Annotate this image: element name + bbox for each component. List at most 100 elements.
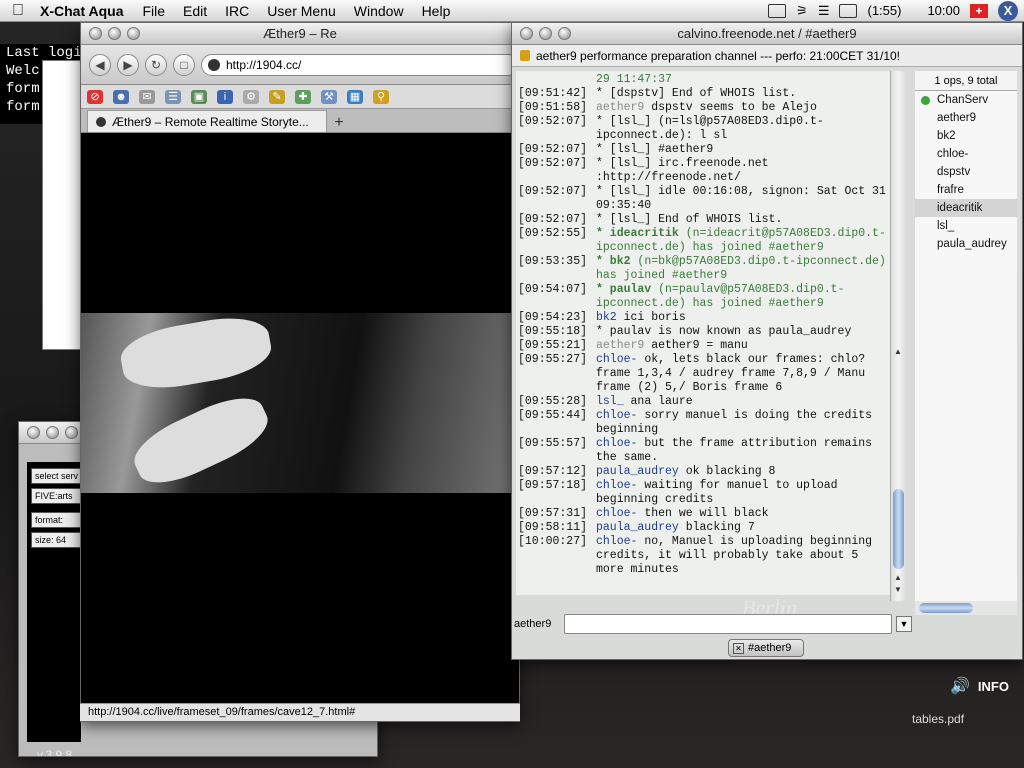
home-icon[interactable]: □ [173,53,195,76]
chat-nick[interactable]: * [lsl_] [596,185,651,198]
battery-icon[interactable] [839,3,858,18]
pen-icon[interactable]: ✎ [269,89,285,104]
spotlight-icon[interactable]: X [998,0,1018,21]
key-icon[interactable]: ⚲ [373,89,389,104]
chat-nick[interactable]: chloe- [596,479,637,492]
menu-irc[interactable]: IRC [216,3,258,19]
form-icon[interactable]: ☰ [165,89,181,104]
clock[interactable]: 10:00 [911,3,960,18]
userlist-scrollbar[interactable] [915,601,1017,615]
channel-tab[interactable]: ✕ #aether9 [728,639,804,657]
info-label[interactable]: INFO [978,679,1009,694]
chat-nick[interactable]: * paulav [596,283,651,296]
scroll-thumb[interactable] [919,603,973,613]
message-input[interactable] [564,614,892,634]
chat-nick[interactable]: * [lsl_] [596,157,651,170]
chat-nick[interactable]: * [lsl_] [596,213,651,226]
desktop-file-label[interactable]: tables.pdf [912,712,964,726]
user-list-item[interactable]: dspstv [915,163,1017,181]
app-menu[interactable]: X-Chat Aqua [36,3,133,19]
xchat-titlebar[interactable]: calvino.freenode.net / #aether9 [512,23,1022,45]
url-field[interactable]: http://1904.cc/ [201,53,519,76]
display-icon[interactable] [768,3,787,18]
scroll-up-icon[interactable]: ▲ [894,347,902,356]
chat-scrollbar[interactable]: ▲ ▲ ▼ [890,71,906,601]
new-tab-button[interactable]: + [327,114,351,132]
chat-nick[interactable]: * [dspstv] [596,87,665,100]
chat-nick[interactable]: chloe- [596,535,637,548]
chevron-down-icon[interactable]: ▼ [896,616,912,632]
back-icon[interactable]: ◀ [89,53,111,76]
user-list-item[interactable]: bk2 [915,127,1017,145]
user-list-item[interactable]: lsl_ [915,217,1017,235]
tab-aether9[interactable]: Æther9 – Remote Realtime Storyte... [87,110,327,132]
chat-nick[interactable]: lsl_ [596,395,624,408]
user-list-item[interactable]: paula_audrey [915,235,1017,253]
size-field[interactable]: size: 64 [31,532,83,548]
scroll-down-icon[interactable]: ▼ [894,585,902,594]
menu-help[interactable]: Help [413,3,460,19]
close-icon[interactable]: ✕ [733,642,744,654]
chat-nick[interactable]: chloe- [596,409,637,422]
menu-window[interactable]: Window [345,3,413,19]
chat-nick[interactable]: * bk2 [596,255,631,268]
chat-nick[interactable]: bk2 [596,311,617,324]
chat-nick[interactable]: paula_audrey [596,521,679,534]
user-list-item[interactable]: aether9 [915,109,1017,127]
chat-nick[interactable]: aether9 [596,339,644,352]
minimize-button[interactable] [539,27,552,40]
topic-bar[interactable]: aether9 performance preparation channel … [512,45,1022,67]
tools-icon[interactable]: ⚒ [321,89,337,104]
info-icon[interactable]: i [217,89,233,104]
user-list-item[interactable]: ChanServ [915,91,1017,109]
chat-nick[interactable]: * [lsl_] [596,115,651,128]
misc-icon[interactable]: ⚙ [243,89,259,104]
chat-nick[interactable]: chloe- [596,353,637,366]
input-flag-icon[interactable]: + [970,3,988,18]
server-name-field[interactable]: FIVE:arts [31,488,83,504]
bluetooth-icon[interactable]: ⚞ [796,3,808,19]
wifi-icon[interactable]: ☰ [818,3,830,19]
options-icon[interactable]: ▦ [347,89,363,104]
apple-icon[interactable]:  [0,2,36,20]
scroll-thumb[interactable] [893,489,904,569]
speaker-icon[interactable]: 🔊 [950,676,970,696]
user-list[interactable]: ChanServ aether9 bk2 chloe-dspstv frafre idea… [915,91,1017,601]
chat-nick[interactable]: * [lsl_] [596,143,651,156]
minimize-button[interactable] [46,426,59,439]
chat-nick[interactable]: chloe- [596,507,637,520]
format-field[interactable]: format: [31,512,83,528]
resize-icon[interactable]: ✚ [295,89,311,104]
user-list-item[interactable]: ideacritik [915,199,1017,217]
chat-nick[interactable]: * [596,325,603,338]
input-nick[interactable]: aether9 [514,618,560,630]
user-list-item[interactable]: chloe- [915,145,1017,163]
reload-icon[interactable]: ↻ [145,53,167,76]
select-server-field[interactable]: select serv [31,468,83,484]
forward-icon[interactable]: ▶ [117,53,139,76]
chat-nick[interactable]: aether9 [596,101,644,114]
chat-log[interactable]: 29 11:47:37 [09:51:42] * [dspstv] End of W… [516,71,892,595]
close-button[interactable] [520,27,533,40]
minimize-button[interactable] [108,27,121,40]
menu-edit[interactable]: Edit [174,3,216,19]
close-button[interactable] [27,426,40,439]
chat-nick[interactable]: paula_audrey [596,465,679,478]
chat-nick[interactable]: * ideacritik [596,227,679,240]
menu-file[interactable]: File [133,3,174,19]
browser-titlebar[interactable]: Æther9 – Re [81,23,519,45]
zoom-button[interactable] [65,426,78,439]
stop-icon[interactable]: ⊘ [87,89,103,104]
image-icon[interactable]: ▣ [191,89,207,104]
zoom-button[interactable] [127,27,140,40]
mail-icon[interactable]: ✉ [139,89,155,104]
user-icon[interactable]: ☻ [113,89,129,104]
video-frame[interactable] [81,310,519,496]
chat-timestamp: [09:55:57] [518,437,588,450]
close-button[interactable] [89,27,102,40]
menu-user-menu[interactable]: User Menu [258,3,344,19]
zoom-button[interactable] [558,27,571,40]
user-list-item[interactable]: frafre [915,181,1017,199]
scroll-up-icon[interactable]: ▲ [894,573,902,582]
chat-nick[interactable]: chloe- [596,437,637,450]
